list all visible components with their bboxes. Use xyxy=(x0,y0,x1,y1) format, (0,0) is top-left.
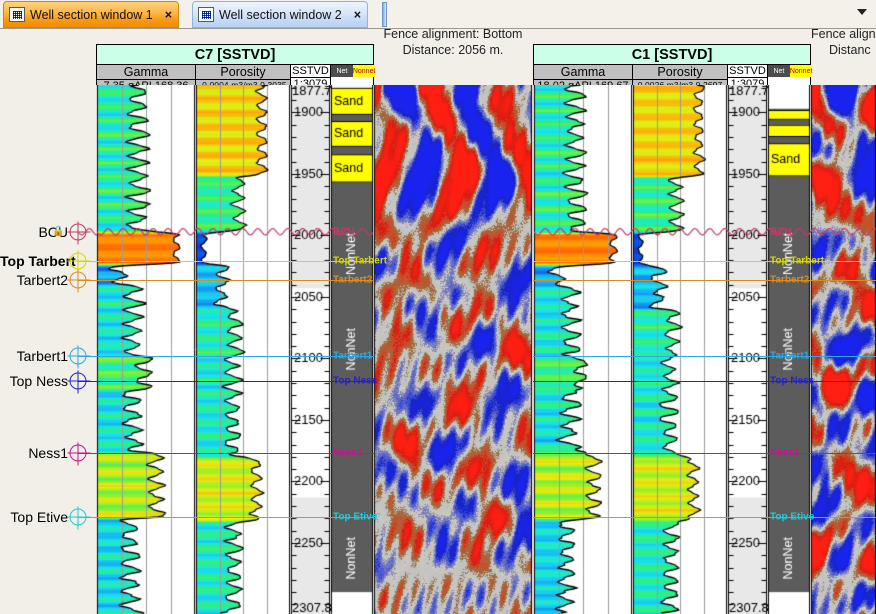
nonnet-legend-label: Nonnet xyxy=(352,65,376,77)
net-legend-label: Net xyxy=(331,65,353,77)
chevron-down-icon[interactable] xyxy=(857,9,867,15)
marker-tag-left-ness1: Ness1 xyxy=(333,447,363,459)
marker-symbol-top-etive[interactable] xyxy=(67,506,91,530)
marker-tag-left-tarbert2: Tarbert2 xyxy=(333,274,373,286)
well-title-c7: C7 [SSTVD] xyxy=(97,45,373,65)
marker-label-top-ness: Top Ness xyxy=(9,372,68,389)
marker-tag-right-bcu: BCU xyxy=(770,226,792,238)
track-header-netnonnet-c7[interactable]: Net Nonnet xyxy=(331,65,376,85)
marker-line-ness1 xyxy=(533,453,876,455)
marker-line-tarbert2 xyxy=(78,279,374,281)
marker-tag-right-ness1: Ness1 xyxy=(770,447,800,459)
marker-tag-right-top-etive: Top Etive xyxy=(770,511,815,523)
tab-close-icon[interactable]: × xyxy=(165,8,172,22)
track-header-porosity-c7[interactable]: Porosity -0.0004 m3/m3 0.3035 xyxy=(196,65,291,90)
nonnet-legend-label: Nonnet xyxy=(789,65,813,77)
track-name: Gamma xyxy=(534,65,632,80)
marker-tag-left-top-ness: Top Ness xyxy=(333,375,378,387)
marker-line-top-ness xyxy=(78,380,374,382)
track-header-netnonnet-c1[interactable]: Net Nonnet xyxy=(768,65,813,85)
track-name: SSTVD xyxy=(291,65,330,78)
marker-tag-right-top-ness: Top Ness xyxy=(770,375,815,387)
fence-distance-text: Distance: 2056 m. xyxy=(402,43,504,57)
marker-line-ness1 xyxy=(78,453,374,455)
marker-label-tarbert2: Tarbert2 xyxy=(16,271,68,288)
marker-line-top-tarbert xyxy=(78,261,374,263)
marker-label-top-etive: Top Etive xyxy=(10,509,68,526)
marker-tag-left-top-etive: Top Etive xyxy=(333,511,378,523)
marker-tag-right-top-tarbert: Top Tarbert xyxy=(770,255,825,267)
marker-line-top-etive xyxy=(533,517,876,519)
marker-tag-left-tarbert1: Tarbert1 xyxy=(333,350,373,362)
lock-icon: 🔒 xyxy=(52,225,65,237)
fence-alignment-text: Fence alignment: Bottom xyxy=(383,27,523,41)
marker-tag-left-bcu: BCU xyxy=(333,226,355,238)
marker-symbol-tarbert2[interactable] xyxy=(67,269,91,293)
tab-label: Well section window 2 xyxy=(219,7,342,22)
track-name: Gamma xyxy=(97,65,195,80)
tab-well-section-window-2[interactable]: Well section window 2 × xyxy=(192,1,369,28)
well-header-c7: C7 [SSTVD] Gamma 7.35 gAPI 168.36 Porosi… xyxy=(96,44,376,92)
tab-scroll-handle[interactable] xyxy=(382,2,387,27)
netnonnet-legend: Net Nonnet xyxy=(768,65,813,77)
tab-close-icon[interactable]: × xyxy=(354,8,361,22)
marker-symbol-top-ness[interactable] xyxy=(67,370,91,394)
marker-line-top-etive xyxy=(78,517,374,519)
well-section-icon xyxy=(9,7,25,22)
marker-line-top-tarbert xyxy=(533,261,876,263)
fence-alignment-text: Fence align xyxy=(811,27,876,41)
marker-tag-right-tarbert2: Tarbert2 xyxy=(770,274,810,286)
section-body: BCU 🔒 BCU BCU Top Tarbert Top Tarbert Top Tarb… xyxy=(0,85,876,614)
marker-symbol-top-tarbert[interactable] xyxy=(67,250,91,274)
fence-distance-text: Distanc xyxy=(829,43,871,57)
marker-line-tarbert1 xyxy=(78,355,374,357)
track-name: SSTVD xyxy=(728,65,767,78)
marker-line-top-ness xyxy=(533,380,876,382)
well-header-c1: C1 [SSTVD] Gamma 18.02 gAPI 169.67 Poros… xyxy=(533,44,813,92)
marker-symbol-ness1[interactable] xyxy=(67,442,91,466)
marker-label-top-tarbert: Top Tarbert xyxy=(0,253,76,270)
tab-bar: Well section window 1 × Well section win… xyxy=(0,0,876,29)
track-name: Porosity xyxy=(196,65,290,80)
well-section-icon xyxy=(198,7,214,22)
track-header-gamma-c1[interactable]: Gamma 18.02 gAPI 169.67 xyxy=(534,65,633,92)
well-section-canvas[interactable] xyxy=(0,85,876,614)
track-header-sstvd-c1[interactable]: SSTVD 1:3079 xyxy=(728,65,768,90)
net-legend-label: Net xyxy=(768,65,790,77)
marker-label-ness1: Ness1 xyxy=(28,445,68,462)
well-title-c1: C1 [SSTVD] xyxy=(534,45,810,65)
netnonnet-legend: Net Nonnet xyxy=(331,65,376,77)
track-name: Porosity xyxy=(633,65,727,80)
marker-symbol-bcu[interactable] xyxy=(67,221,91,245)
well-section-application: Well section window 1 × Well section win… xyxy=(0,0,876,614)
track-header-porosity-c1[interactable]: Porosity 0.0026 m3/m3 0.2697 xyxy=(633,65,728,90)
marker-tag-right-tarbert1: Tarbert1 xyxy=(770,350,810,362)
marker-symbol-tarbert1[interactable] xyxy=(67,345,91,369)
marker-line-tarbert1 xyxy=(533,355,876,357)
tab-label: Well section window 1 xyxy=(30,7,153,22)
track-header-gamma-c7[interactable]: Gamma 7.35 gAPI 168.36 xyxy=(97,65,196,92)
track-header-sstvd-c7[interactable]: SSTVD 1:3079 xyxy=(291,65,331,90)
marker-tag-left-top-tarbert: Top Tarbert xyxy=(333,255,388,267)
fence-note-1: Fence alignment: Bottom Distance: 2056 m… xyxy=(374,26,532,58)
tab-well-section-window-1[interactable]: Well section window 1 × xyxy=(3,1,180,28)
marker-line-tarbert2 xyxy=(533,279,876,281)
marker-label-tarbert1: Tarbert1 xyxy=(16,347,68,364)
fence-note-2: Fence align Distanc xyxy=(811,26,876,58)
